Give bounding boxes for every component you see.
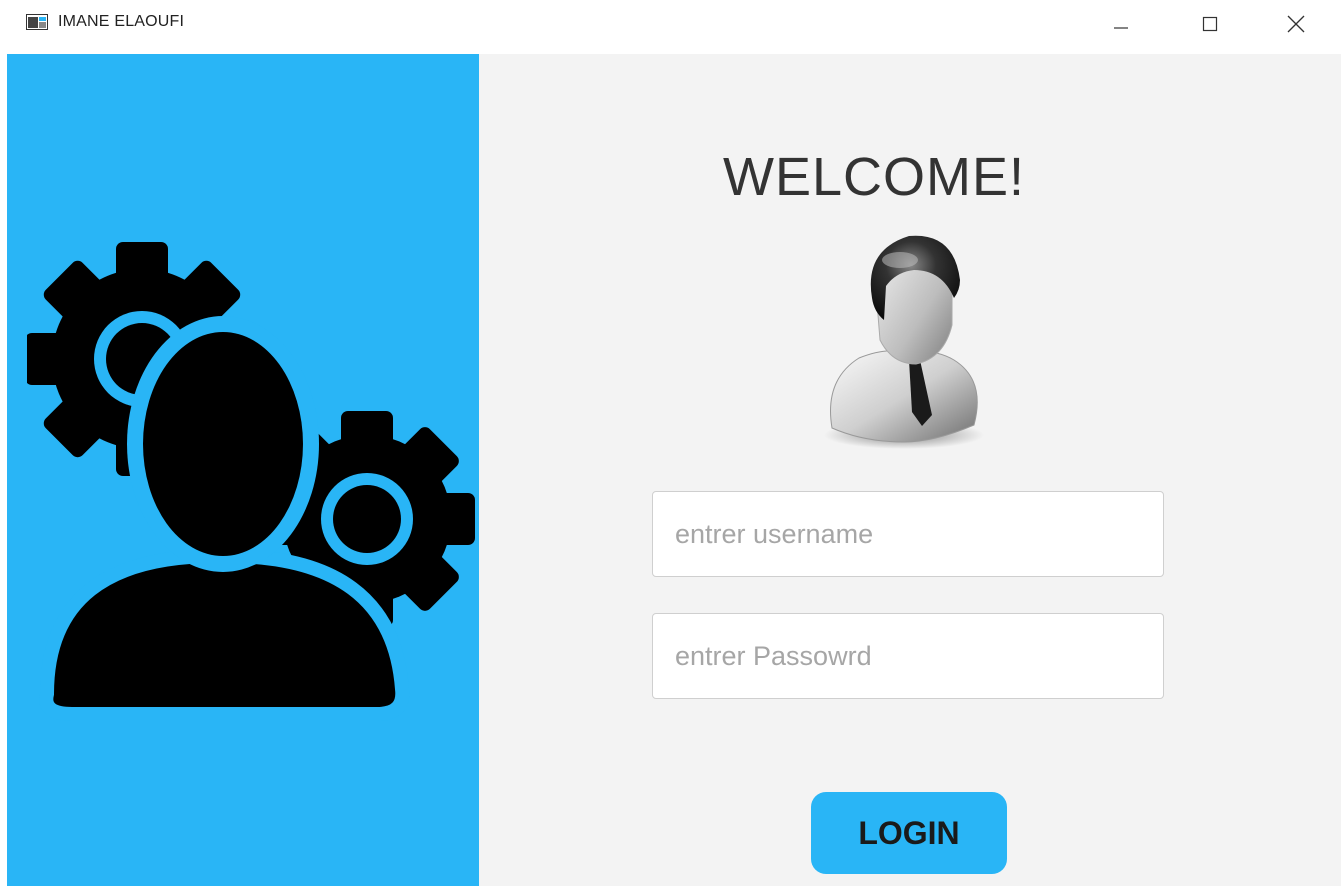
welcome-heading: WELCOME!: [722, 147, 1026, 207]
password-input[interactable]: [652, 613, 1164, 699]
close-icon[interactable]: [1276, 8, 1316, 40]
minimize-icon[interactable]: [1100, 8, 1140, 40]
user-avatar-icon: [824, 235, 984, 449]
user-settings-icon: [27, 242, 475, 721]
side-illustration-panel: [7, 54, 479, 886]
maximize-icon[interactable]: [1190, 8, 1230, 40]
username-input[interactable]: [652, 491, 1164, 577]
title-bar: IMANE ELAOUFI: [0, 0, 1341, 50]
login-button[interactable]: LOGIN: [811, 792, 1007, 874]
login-panel: WELCOME! entrer username LOGIN: [479, 54, 1341, 886]
window-title: IMANE ELAOUFI: [58, 13, 185, 30]
app-window-icon: [26, 14, 48, 30]
